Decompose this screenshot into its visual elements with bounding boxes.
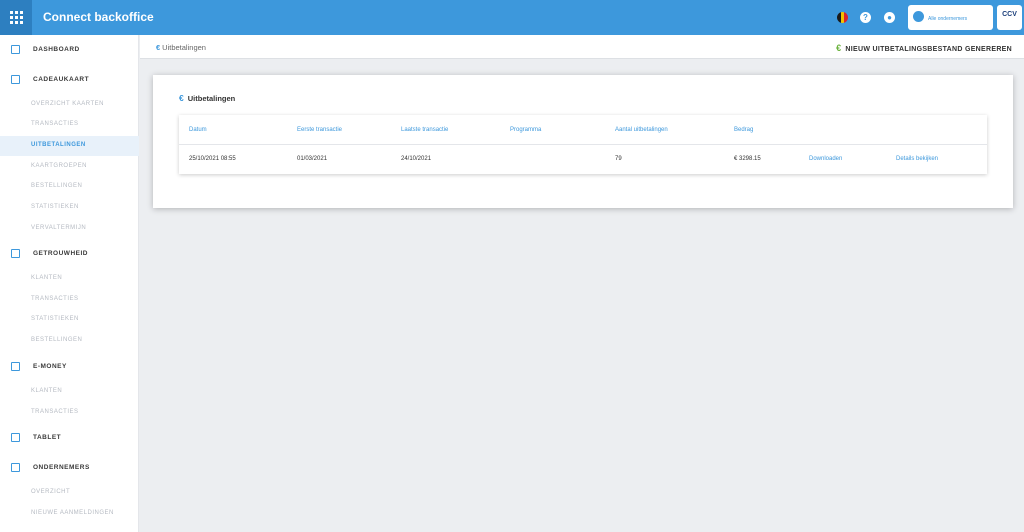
merchant-selector[interactable]: Alle ondernemers [908,5,993,30]
euro-icon: € [179,93,184,103]
sidebar-item-bestellingen[interactable]: BESTELLINGEN [0,177,139,197]
sidebar-item-statistieken[interactable]: STATISTIEKEN [0,198,139,218]
sidebar-item-cadeaukaart[interactable]: CADEAUKAART [0,70,139,90]
cell-laatste-transactie: 24/10/2021 [401,156,432,162]
grid-icon [9,11,23,24]
column-header-aantal-uitbetalingen[interactable]: Aantal uitbetalingen [615,127,668,133]
belgium-flag-icon[interactable] [837,12,848,23]
payouts-table: Datum Eerste transactie Laatste transact… [179,115,987,174]
app-grid-button[interactable] [0,0,32,35]
merchant-label: Alle ondernemers [928,16,968,22]
generate-payout-file-button[interactable]: € NIEUW UITBETALINGSBESTAND GENEREREN [836,43,1012,53]
details-link[interactable]: Details bekijken [896,156,938,162]
card-title: € Uitbetalingen [179,93,235,103]
sidebar-item-e-money[interactable]: E-MONEY [0,357,139,377]
sidebar-item-transacties[interactable]: TRANSACTIES [0,115,139,135]
merchant-avatar-icon [913,11,924,22]
sidebar-item-statistieken-2[interactable]: STATISTIEKEN [0,310,139,330]
user-icon[interactable]: ● [884,12,895,23]
sidebar-item-vervaltermijn[interactable]: VERVALTERMIJN [0,219,139,239]
column-header-programma[interactable]: Programma [510,127,541,133]
sidebar: DASHBOARD CADEAUKAART OVERZICHT KAARTEN … [0,35,139,532]
breadcrumb[interactable]: € Uitbetalingen [156,43,206,52]
download-link[interactable]: Downloaden [809,156,842,162]
app-title: Connect backoffice [43,10,154,24]
sidebar-item-overzicht-kaarten[interactable]: OVERZICHT KAARTEN [0,95,139,115]
sidebar-item-getrouwheid[interactable]: GETROUWHEID [0,244,139,264]
generate-payout-label: NIEUW UITBETALINGSBESTAND GENEREREN [845,46,1012,53]
euro-icon: € [156,43,161,52]
table-divider [179,144,987,145]
sidebar-item-klanten[interactable]: KLANTEN [0,269,139,289]
sidebar-item-transacties-2[interactable]: TRANSACTIES [0,290,139,310]
tablet-icon [11,433,20,442]
sidebar-item-klanten-2[interactable]: KLANTEN [0,382,139,402]
breadcrumb-bar: € Uitbetalingen € NIEUW UITBETALINGSBESTAN… [140,35,1024,59]
gift-card-icon [11,75,20,84]
sidebar-item-bestellingen-2[interactable]: BESTELLINGEN [0,331,139,351]
ccv-logo: CCV [997,5,1022,30]
sidebar-item-nieuwe-aanmeldingen[interactable]: NIEUWE AANMELDINGEN [0,504,139,524]
credit-card-icon [11,362,20,371]
card-title-label: Uitbetalingen [187,94,236,103]
sidebar-item-dashboard[interactable]: DASHBOARD [0,40,139,60]
loyalty-tag-icon [11,249,20,258]
column-header-eerste-transactie[interactable]: Eerste transactie [297,127,342,133]
sidebar-item-kaartgroepen[interactable]: KAARTGROEPEN [0,157,139,177]
help-icon[interactable]: ? [860,12,871,23]
store-icon [11,463,20,472]
euro-icon: € [836,43,842,53]
column-header-bedrag[interactable]: Bedrag [734,127,753,133]
breadcrumb-label: Uitbetalingen [162,43,206,52]
dashboard-icon [11,45,20,54]
column-header-datum[interactable]: Datum [189,127,207,133]
top-bar: Connect backoffice ? ● Alle ondernemers … [0,0,1024,35]
sidebar-item-transacties-3[interactable]: TRANSACTIES [0,403,139,423]
cell-eerste-transactie: 01/03/2021 [297,156,328,162]
sidebar-item-ondernemers[interactable]: ONDERNEMERS [0,458,139,478]
sidebar-item-uitbetalingen[interactable]: UITBETALINGEN [0,136,139,156]
payouts-card: € Uitbetalingen Datum Eerste transactie L… [153,75,1013,208]
cell-bedrag: € 3298.15 [734,156,761,162]
sidebar-item-tablet[interactable]: TABLET [0,428,139,448]
sidebar-item-overzicht[interactable]: OVERZICHT [0,483,139,503]
cell-aantal-uitbetalingen: 79 [615,156,622,162]
cell-datum: 25/10/2021 08:55 [189,156,236,162]
column-header-laatste-transactie[interactable]: Laatste transactie [401,127,448,133]
